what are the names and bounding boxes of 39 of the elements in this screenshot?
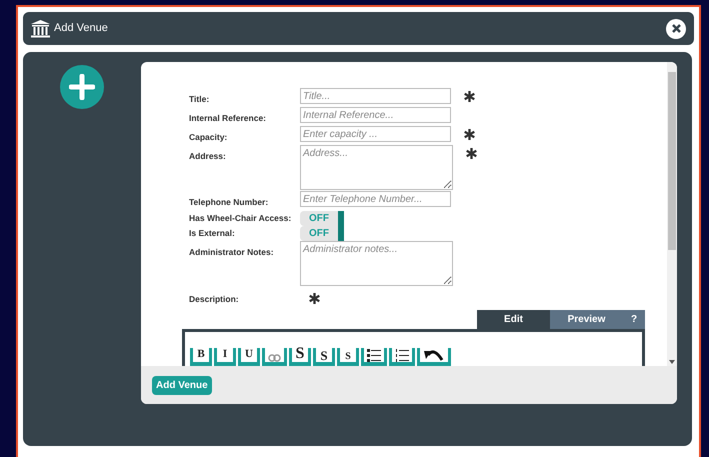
text-area[interactable]: Address... [300, 145, 453, 190]
input-field[interactable]: Title... [300, 88, 451, 104]
field-label: Title: [189, 93, 210, 106]
undo-icon [423, 348, 445, 362]
field-label: Description: [189, 292, 240, 306]
editor-tab[interactable]: ? [623, 310, 645, 329]
link-icon [268, 354, 281, 362]
field-label: Administrator Notes: [189, 246, 275, 260]
window-title: Add Venue [54, 21, 109, 36]
toolbar-button[interactable] [389, 348, 415, 366]
building-icon [31, 20, 50, 38]
toolbar-button[interactable]: S [313, 348, 335, 366]
editor-tab[interactable]: Edit [477, 310, 550, 329]
field-label: Capacity: [189, 131, 228, 144]
toolbar-button[interactable]: I [214, 348, 236, 366]
input-field[interactable]: Internal Reference... [300, 107, 451, 124]
add-button[interactable] [60, 65, 104, 109]
numbered-list-icon [395, 349, 409, 362]
input-field[interactable]: Enter capacity ... [300, 126, 451, 142]
field-label: Internal Reference: [189, 112, 267, 125]
scroll-down-icon [669, 360, 675, 364]
input-field[interactable]: Enter Telephone Number... [300, 191, 451, 208]
editor-tab[interactable]: Preview [550, 310, 623, 329]
toolbar-button[interactable]: B [190, 348, 212, 366]
close-button[interactable] [666, 18, 686, 38]
plus-icon [69, 74, 95, 100]
bullet-list-icon [367, 349, 381, 362]
toolbar-button[interactable]: U [238, 348, 260, 366]
toolbar-button[interactable]: S [337, 348, 359, 366]
close-icon [672, 24, 680, 33]
toolbar-button[interactable] [361, 348, 387, 366]
scrollbar[interactable] [667, 62, 677, 366]
text-area[interactable]: Administrator notes... [300, 241, 453, 286]
field-label: Is External: [189, 227, 236, 240]
field-label: Telephone Number: [189, 196, 270, 209]
field-label: Has Wheel-Chair Access: [189, 212, 292, 224]
field-label: Address: [189, 150, 227, 164]
toolbar-button[interactable]: S [289, 348, 311, 366]
toolbar-button[interactable] [417, 348, 451, 366]
